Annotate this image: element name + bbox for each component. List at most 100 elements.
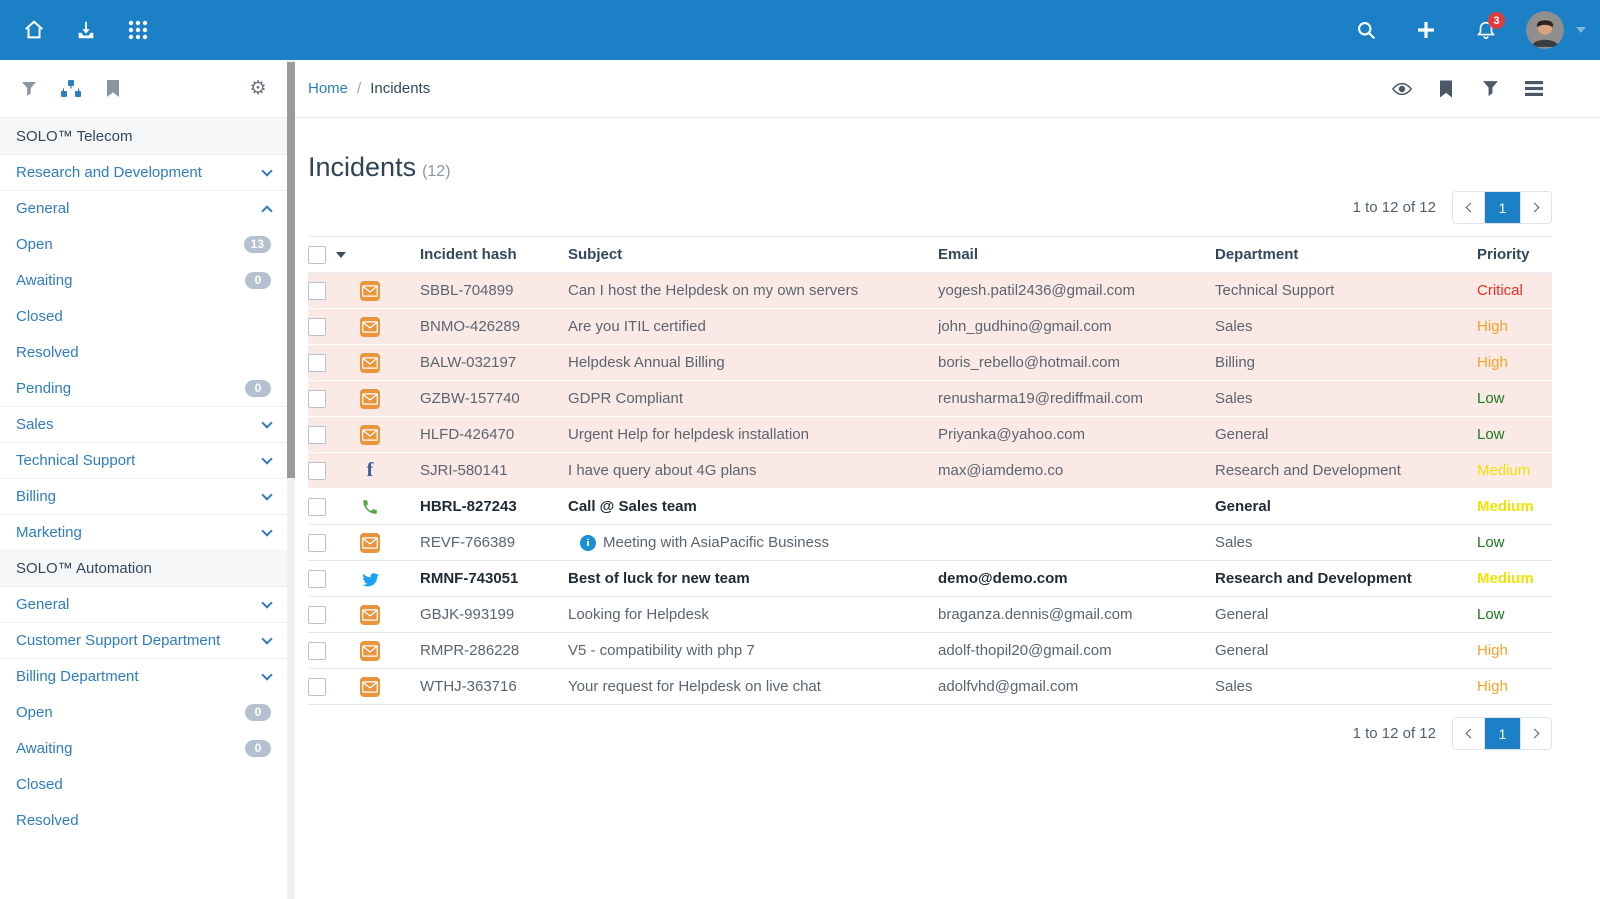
pagination-summary: 1 to 12 of 12 [1353, 199, 1436, 216]
row-checkbox[interactable] [308, 642, 326, 660]
incident-department: General [1215, 642, 1477, 659]
incident-priority: Medium [1477, 462, 1552, 479]
column-header-department[interactable]: Department [1215, 246, 1477, 263]
row-checkbox[interactable] [308, 426, 326, 444]
table-row[interactable]: GZBW-157740 GDPR Compliant renusharma19@… [308, 381, 1552, 417]
sidebar-item-closed[interactable]: Closed [0, 766, 287, 802]
table-row[interactable]: BNMO-426289 Are you ITIL certified john_… [308, 309, 1552, 345]
column-header-incident-hash[interactable]: Incident hash [420, 246, 568, 263]
sidebar-item-marketing[interactable]: Marketing [0, 514, 287, 550]
sidebar-item-pending[interactable]: Pending 0 [0, 370, 287, 406]
row-checkbox[interactable] [308, 318, 326, 336]
sidebar-scrollbar[interactable] [287, 60, 295, 899]
list-menu-icon[interactable] [1524, 79, 1544, 99]
table-row[interactable]: HLFD-426470 Urgent Help for helpdesk ins… [308, 417, 1552, 453]
row-checkbox[interactable] [308, 606, 326, 624]
chevron-icon [261, 525, 272, 536]
next-page-button[interactable] [1520, 718, 1551, 749]
search-icon[interactable] [1346, 10, 1386, 50]
sidebar-item-open[interactable]: Open 13 [0, 226, 287, 262]
chevron-icon [261, 597, 272, 608]
table-row[interactable]: GBJK-993199 Looking for Helpdesk braganz… [308, 597, 1552, 633]
bookmark-icon[interactable] [102, 78, 124, 100]
row-checkbox[interactable] [308, 390, 326, 408]
eye-icon[interactable] [1392, 79, 1412, 99]
sidebar-item-research-and-development[interactable]: Research and Development [0, 154, 287, 190]
column-header-priority[interactable]: Priority [1477, 246, 1552, 263]
sidebar-item-resolved[interactable]: Resolved [0, 802, 287, 838]
apps-grid-icon[interactable] [118, 10, 158, 50]
sidebar-item-resolved[interactable]: Resolved [0, 334, 287, 370]
row-checkbox[interactable] [308, 282, 326, 300]
sidebar-item-awaiting[interactable]: Awaiting 0 [0, 730, 287, 766]
table-row[interactable]: RMNF-743051 Best of luck for new team de… [308, 561, 1552, 597]
sitemap-icon[interactable] [60, 78, 82, 100]
sidebar-item-customer-support-department[interactable]: Customer Support Department [0, 622, 287, 658]
incident-hash: HBRL-827243 [420, 498, 568, 515]
row-checkbox[interactable] [308, 678, 326, 696]
table-row[interactable]: SBBL-704899 Can I host the Helpdesk on m… [308, 273, 1552, 309]
add-icon[interactable] [1406, 10, 1446, 50]
sidebar-section-solo-telecom: SOLO™ Telecom [0, 118, 287, 154]
row-checkbox[interactable] [308, 498, 326, 516]
incident-email: yogesh.patil2436@gmail.com [938, 282, 1215, 299]
breadcrumb-home-link[interactable]: Home [308, 80, 348, 97]
filter-icon[interactable] [18, 78, 40, 100]
current-page-button[interactable]: 1 [1484, 718, 1520, 749]
page-title: Incidents(12) [308, 152, 1552, 183]
incident-subject: Looking for Helpdesk [568, 606, 938, 623]
download-icon[interactable] [66, 10, 106, 50]
incident-email: adolf-thopil20@gmail.com [938, 642, 1215, 659]
table-row[interactable]: BALW-032197 Helpdesk Annual Billing bori… [308, 345, 1552, 381]
incident-hash: WTHJ-363716 [420, 678, 568, 695]
current-page-button[interactable]: 1 [1484, 192, 1520, 223]
column-header-subject[interactable]: Subject [568, 246, 938, 263]
notifications-bell-icon[interactable]: 3 [1466, 10, 1506, 50]
sidebar-item-general[interactable]: General [0, 586, 287, 622]
user-avatar[interactable] [1526, 11, 1564, 49]
incident-email: boris_rebello@hotmail.com [938, 354, 1215, 371]
home-icon[interactable] [14, 10, 54, 50]
sidebar-section-solo-automation: SOLO™ Automation [0, 550, 287, 586]
filter-icon[interactable] [1480, 79, 1500, 99]
sidebar-item-awaiting[interactable]: Awaiting 0 [0, 262, 287, 298]
top-navbar: 3 [0, 0, 1600, 60]
incident-email: braganza.dennis@gmail.com [938, 606, 1215, 623]
next-page-button[interactable] [1520, 192, 1551, 223]
user-menu-caret-icon[interactable] [1576, 27, 1586, 33]
table-header: Incident hash Subject Email Department P… [308, 236, 1552, 273]
email-channel-icon [360, 317, 380, 337]
bookmark-icon[interactable] [1436, 79, 1456, 99]
sidebar-item-technical-support[interactable]: Technical Support [0, 442, 287, 478]
sidebar-item-closed[interactable]: Closed [0, 298, 287, 334]
prev-page-button[interactable] [1453, 192, 1484, 223]
table-row[interactable]: WTHJ-363716 Your request for Helpdesk on… [308, 669, 1552, 705]
email-channel-icon [360, 677, 380, 697]
row-checkbox[interactable] [308, 462, 326, 480]
sidebar-nav: SOLO™ Telecom Research and Development G… [0, 118, 287, 838]
incident-priority: Medium [1477, 570, 1552, 587]
select-all-checkbox[interactable] [308, 246, 326, 264]
incident-hash: GZBW-157740 [420, 390, 568, 407]
table-row[interactable]: f SJRI-580141 I have query about 4G plan… [308, 453, 1552, 489]
row-checkbox[interactable] [308, 354, 326, 372]
notification-count-badge: 3 [1488, 12, 1505, 29]
table-row[interactable]: REVF-766389 i Meeting with AsiaPacific B… [308, 525, 1552, 561]
sidebar-item-general[interactable]: General [0, 190, 287, 226]
select-dropdown-caret-icon[interactable] [336, 252, 346, 258]
incident-subject: Best of luck for new team [568, 570, 938, 587]
sidebar-scrollbar-thumb[interactable] [287, 62, 295, 478]
row-checkbox[interactable] [308, 570, 326, 588]
table-row[interactable]: RMPR-286228 V5 - compatibility with php … [308, 633, 1552, 669]
sidebar-item-sales[interactable]: Sales [0, 406, 287, 442]
sidebar-item-billing[interactable]: Billing [0, 478, 287, 514]
prev-page-button[interactable] [1453, 718, 1484, 749]
sidebar-item-open[interactable]: Open 0 [0, 694, 287, 730]
column-header-email[interactable]: Email [938, 246, 1215, 263]
settings-gear-icon[interactable]: ⚙ [247, 78, 269, 100]
table-row[interactable]: HBRL-827243 Call @ Sales team General Me… [308, 489, 1552, 525]
incident-subject: Urgent Help for helpdesk installation [568, 426, 938, 443]
sidebar-item-billing-department[interactable]: Billing Department [0, 658, 287, 694]
incident-department: Sales [1215, 534, 1477, 551]
row-checkbox[interactable] [308, 534, 326, 552]
